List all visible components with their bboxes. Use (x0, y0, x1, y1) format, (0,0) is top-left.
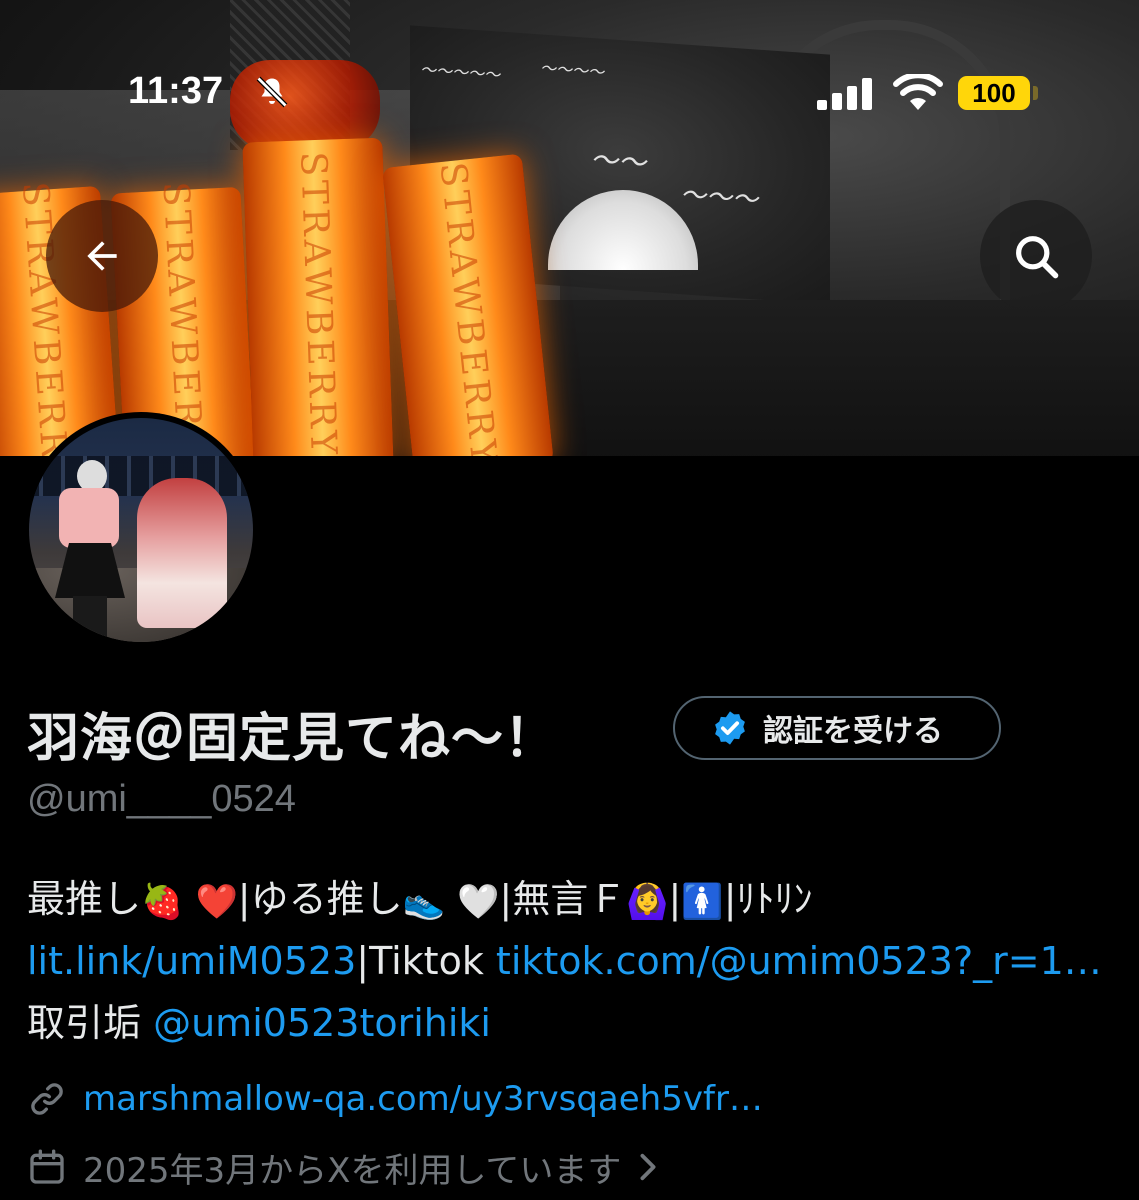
verified-badge-icon (715, 711, 745, 745)
bio-text: |ゆる推し (237, 877, 403, 921)
joined-date: 2025年3月からXを利用しています (83, 1150, 622, 1191)
get-verified-button[interactable]: 認証を受ける (673, 696, 1001, 760)
back-button[interactable] (46, 200, 158, 312)
womens-symbol-emoji: 🚺 (681, 881, 724, 922)
website-row: marshmallow-qa.com/uy3rvsqaeh5vfr… (27, 1074, 763, 1124)
status-time: 11:37 (128, 70, 224, 112)
red-heart-emoji: ❤️ (195, 881, 238, 922)
bio-mention-link[interactable]: @umi0523torihiki (153, 1001, 491, 1045)
bio-text: | (668, 877, 682, 921)
bio-text: 取引垢 (27, 1001, 154, 1045)
chevron-right-icon (640, 1153, 656, 1181)
avatar[interactable] (23, 412, 259, 648)
search-icon (1016, 236, 1059, 279)
joined-row[interactable]: 2025年3月からXを利用しています (27, 1142, 661, 1192)
wifi-icon (893, 74, 943, 110)
calendar-icon (30, 1149, 64, 1184)
profile-bio: 最推し🍓 ❤️|ゆる推し👟 🤍|無言Ｆ🙆‍♀️|🚺|ﾘﾄﾘﾝ lit.link/u… (27, 868, 1117, 1054)
banner-red-ornament (230, 60, 380, 150)
link-icon (31, 1083, 63, 1115)
bio-link-litlink[interactable]: lit.link/umiM0523 (27, 939, 356, 983)
bio-text: |Tiktok (356, 939, 496, 983)
bio-text: |無言Ｆ (499, 877, 627, 921)
user-handle: @umi____0524 (27, 778, 296, 820)
website-link[interactable]: marshmallow-qa.com/uy3rvsqaeh5vfr… (83, 1079, 763, 1119)
strawberry-emoji: 🍓 (141, 881, 184, 922)
bio-text: |ﾘﾄﾘﾝ (723, 877, 813, 921)
battery-tip (1033, 86, 1038, 100)
battery-indicator: 100 (958, 76, 1030, 110)
get-verified-label: 認証を受ける (763, 714, 943, 749)
bio-text: 最推し (27, 877, 142, 921)
bell-slash-icon (256, 76, 288, 108)
search-button[interactable] (980, 200, 1092, 312)
avatar-photo (29, 418, 253, 642)
signal-icon (817, 78, 872, 110)
ok-gesture-emoji: 🙆‍♀️ (626, 881, 669, 922)
glowstick: STRAWBERRY (242, 137, 394, 456)
display-name: 羽海＠固定見てね〜！ (27, 709, 558, 769)
white-heart-emoji: 🤍 (457, 881, 500, 922)
bio-link-tiktok[interactable]: tiktok.com/@umim0523?_r=1… (496, 939, 1102, 983)
sneaker-emoji: 👟 (402, 881, 445, 922)
profile-banner[interactable]: 〜〜〜〜〜 〜〜〜〜 〜〜 〜〜〜 STRAWBERRY STRAWBERRY … (0, 0, 1139, 456)
arrow-left-icon (87, 241, 117, 271)
